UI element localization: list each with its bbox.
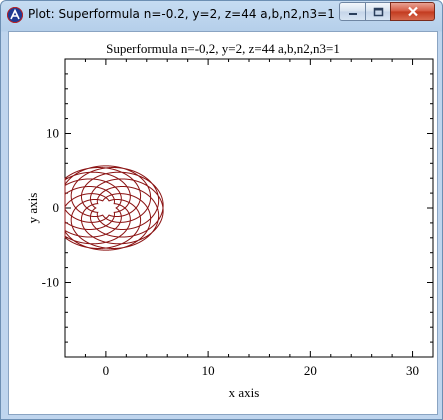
x-axis-label: x axis <box>229 385 260 400</box>
plot-window: Plot: Superformula n=-0.2, y=2, z=44 a,b… <box>0 0 443 420</box>
y-tick-label: 10 <box>46 126 59 141</box>
plot-area[interactable]: Superformula n=-0,2, y=2, z=44 a,b,n2,n3… <box>8 31 438 415</box>
chart-title: Superformula n=-0,2, y=2, z=44 a,b,n2,n3… <box>106 41 340 56</box>
close-button[interactable] <box>390 2 435 21</box>
maximize-icon <box>373 7 383 16</box>
minimize-icon <box>348 12 357 15</box>
x-tick-label: 0 <box>103 363 110 378</box>
close-icon <box>407 6 418 17</box>
title-bar[interactable]: Plot: Superformula n=-0.2, y=2, z=44 a,b… <box>1 1 442 29</box>
x-tick-label: 20 <box>304 363 317 378</box>
y-tick-label: -10 <box>42 275 59 290</box>
window-title: Plot: Superformula n=-0.2, y=2, z=44 a,b… <box>28 7 335 21</box>
maximize-button[interactable] <box>365 2 391 21</box>
x-tick-label: 30 <box>406 363 419 378</box>
app-icon[interactable] <box>7 7 23 23</box>
chart: Superformula n=-0,2, y=2, z=44 a,b,n2,n3… <box>9 32 437 414</box>
y-tick-label: 0 <box>53 200 60 215</box>
minimize-button[interactable] <box>339 2 366 21</box>
y-axis-label: y axis <box>25 193 40 224</box>
x-tick-label: 10 <box>202 363 215 378</box>
